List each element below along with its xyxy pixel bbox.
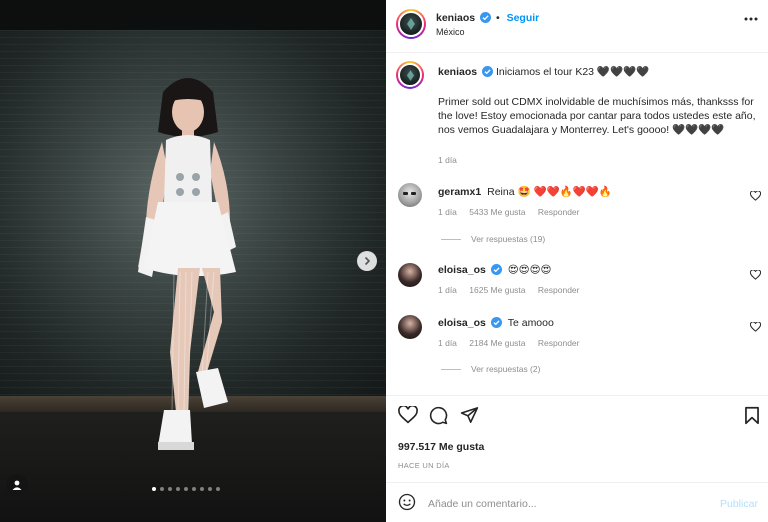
reply-button[interactable]: Responder [538, 285, 580, 295]
post-photo[interactable] [0, 0, 386, 522]
carousel-dot [160, 487, 164, 491]
comment-icon[interactable] [429, 406, 448, 425]
comment-likes[interactable]: 5433 Me gusta [469, 207, 525, 217]
verified-icon [490, 317, 502, 328]
comment-avatar[interactable] [398, 263, 422, 287]
caption-header: keniaos Iniciamos el tour K23 🖤🖤🖤🖤 [438, 66, 649, 79]
comment-username[interactable]: eloisa_os [438, 264, 486, 276]
caption-meta: 1 día [438, 155, 467, 165]
carousel-dot [200, 487, 204, 491]
replies-line [441, 238, 461, 240]
likes-count[interactable]: 997.517 Me gusta [398, 441, 484, 453]
post-age[interactable]: HACE UN DÍA [398, 461, 450, 470]
reply-button[interactable]: Responder [538, 207, 580, 217]
comment-text: Te amooo [507, 317, 554, 329]
post-side-panel: keniaos • Seguir México keniaos Iniciamo… [386, 0, 768, 522]
header-divider [386, 52, 768, 53]
caption-avatar[interactable] [396, 61, 424, 89]
view-replies-label: Ver respuestas (2) [471, 364, 541, 374]
verified-icon [482, 66, 494, 77]
chevron-right-icon [364, 256, 371, 266]
verified-icon [490, 264, 502, 275]
comment-avatar[interactable] [398, 183, 422, 207]
replies-line [441, 368, 461, 370]
comment-text: Reina 🤩 ❤️❤️🔥❤️❤️🔥 [487, 186, 612, 198]
more-options-icon[interactable] [744, 17, 758, 21]
comment-like-icon[interactable] [750, 191, 761, 201]
comment-row: eloisa_os Te amooo [438, 317, 554, 329]
carousel-dot [168, 487, 172, 491]
carousel-dot [208, 487, 212, 491]
comment-time[interactable]: 1 día [438, 207, 457, 217]
publish-button[interactable]: Publicar [720, 498, 758, 510]
instagram-post-modal: keniaos • Seguir México keniaos Iniciamo… [0, 0, 768, 522]
carousel-dot [176, 487, 180, 491]
view-replies-label: Ver respuestas (19) [471, 234, 546, 244]
comment-username[interactable]: eloisa_os [438, 317, 486, 329]
comment-username[interactable]: geramx1 [438, 186, 481, 198]
carousel-indicator [152, 487, 220, 491]
caption-username[interactable]: keniaos [438, 66, 477, 78]
comment-text: 😍😍😍😍 [507, 264, 552, 276]
comment-meta: 1 día 2184 Me gusta Responder [438, 338, 589, 348]
comment-time[interactable]: 1 día [438, 285, 457, 295]
comment-like-icon[interactable] [750, 270, 761, 280]
emoji-icon[interactable] [398, 493, 416, 511]
comment-meta: 1 día 5433 Me gusta Responder [438, 207, 589, 217]
comment-meta: 1 día 1625 Me gusta Responder [438, 285, 589, 295]
post-header: keniaos • Seguir [436, 12, 539, 24]
action-bar [398, 406, 762, 430]
reply-button[interactable]: Responder [538, 338, 580, 348]
carousel-dot [192, 487, 196, 491]
comment-likes[interactable]: 2184 Me gusta [469, 338, 525, 348]
caption-title: Iniciamos el tour K23 🖤🖤🖤🖤 [495, 66, 650, 78]
comment-likes[interactable]: 1625 Me gusta [469, 285, 525, 295]
comment-row: geramx1 Reina 🤩 ❤️❤️🔥❤️❤️🔥 [438, 185, 612, 198]
caption-time[interactable]: 1 día [438, 155, 457, 165]
heart-icon[interactable] [398, 406, 418, 424]
verified-icon [480, 12, 492, 23]
composer-divider [386, 482, 768, 483]
comment-time[interactable]: 1 día [438, 338, 457, 348]
share-icon[interactable] [460, 406, 479, 424]
avatar-figure [406, 69, 414, 81]
carousel-next-button[interactable] [357, 251, 377, 271]
view-replies-button[interactable]: Ver respuestas (2) [441, 364, 540, 374]
carousel-dot [152, 487, 156, 491]
follow-button[interactable]: Seguir [507, 12, 540, 24]
comment-avatar[interactable] [398, 315, 422, 339]
view-replies-button[interactable]: Ver respuestas (19) [441, 234, 545, 244]
caption-body: Primer sold out CDMX inolvidable de much… [438, 96, 756, 136]
comment-row: eloisa_os 😍😍😍😍 [438, 264, 552, 276]
avatar-figure [407, 18, 415, 30]
author-username[interactable]: keniaos [436, 12, 475, 24]
post-location[interactable]: México [436, 27, 465, 37]
photo-subject [138, 78, 236, 450]
comment-like-icon[interactable] [750, 322, 761, 332]
header-separator: • [495, 12, 500, 24]
user-tag-icon [12, 480, 22, 490]
avatar-glasses [403, 192, 416, 195]
bookmark-icon[interactable] [744, 406, 760, 425]
tagged-users-button[interactable] [6, 474, 28, 496]
comment-input[interactable] [428, 494, 708, 514]
carousel-dot [216, 487, 220, 491]
actions-divider [386, 395, 768, 396]
author-avatar[interactable] [396, 9, 426, 39]
carousel-dot [184, 487, 188, 491]
